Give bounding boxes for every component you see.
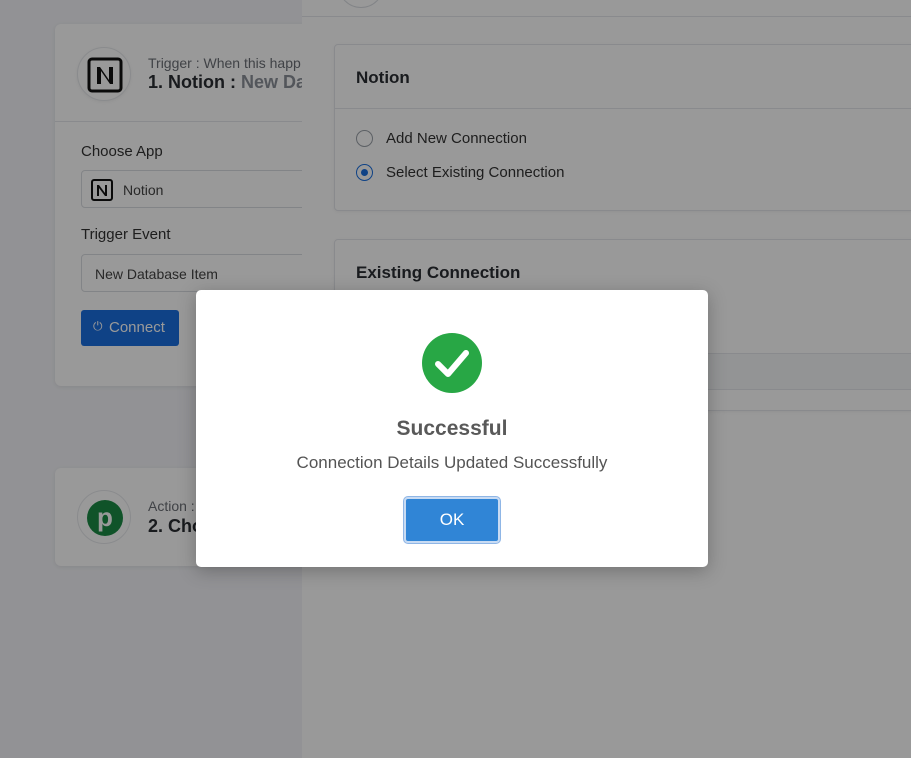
- ok-button[interactable]: OK: [404, 497, 500, 543]
- dialog-message: Connection Details Updated Successfully: [296, 453, 608, 472]
- dialog-title: Successful: [396, 417, 508, 440]
- success-dialog: Successful Connection Details Updated Su…: [196, 290, 708, 567]
- check-circle-icon: [422, 333, 482, 393]
